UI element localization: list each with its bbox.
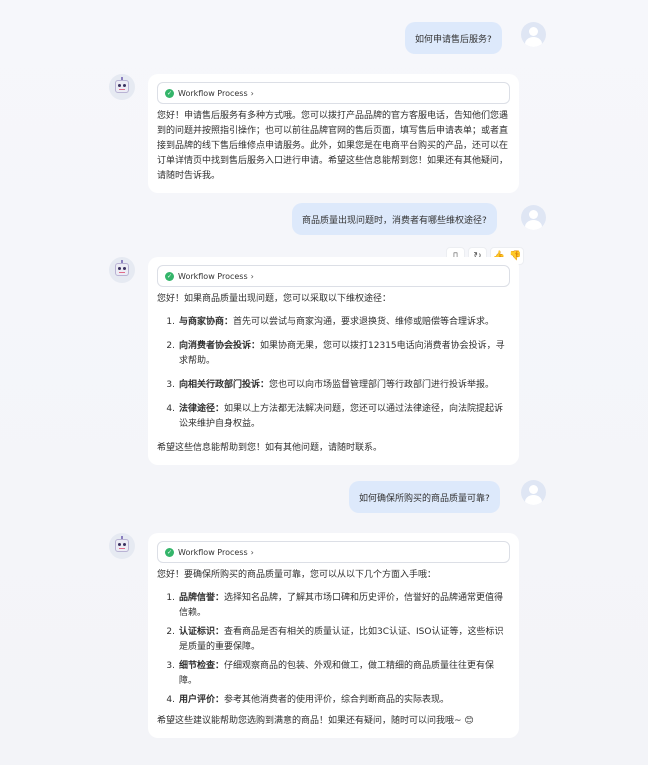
user-avatar — [521, 22, 546, 47]
list-item: 2. 向消费者协会投诉：如果协商无果，您可以拨打12315电话向消费者协会投诉，… — [166, 341, 505, 366]
check-icon: ✓ — [165, 271, 174, 281]
bot-avatar — [109, 257, 135, 283]
workflow-label: Workflow Process — [178, 88, 248, 98]
bot-list: 1. 与商家协商：首先可以尝试与商家沟通，要求退换货、维修或赔偿等合理诉求。 2… — [157, 315, 510, 432]
check-icon: ✓ — [165, 88, 174, 98]
bot-message-intro: 您好！如果商品质量出现问题，您可以采取以下维权途径： — [157, 294, 392, 304]
list-item: 3. 细节检查：仔细观察商品的包装、外观和做工，做工精细的商品质量往往更有保障。 — [166, 661, 495, 686]
user-avatar — [521, 480, 546, 505]
user-avatar — [521, 205, 546, 230]
user-message-2: 商品质量出现问题时，消费者有哪些维权途径? — [292, 203, 497, 235]
workflow-process-toggle[interactable]: ✓ Workflow Process › — [157, 541, 510, 563]
list-item: 3. 向相关行政部门投诉：您也可以向市场监督管理部门等行政部门进行投诉举报。 — [166, 380, 495, 390]
user-message-1: 如何申请售后服务? — [405, 22, 502, 54]
bot-message-intro: 您好！要确保所购买的商品质量可靠，您可以从以下几个方面入手哦： — [157, 570, 437, 580]
bot-message-outro: 希望这些信息能帮助到您！如有其他问题，请随时联系。 — [157, 443, 383, 453]
check-icon: ✓ — [165, 547, 174, 557]
workflow-label: Workflow Process — [178, 547, 248, 557]
list-item: 1. 品牌信誉：选择知名品牌，了解其市场口碑和历史评价，信誉好的品牌通常更值得信… — [166, 593, 504, 618]
list-item: 1. 与商家协商：首先可以尝试与商家沟通，要求退换货、维修或赔偿等合理诉求。 — [166, 317, 495, 327]
user-message-text: 如何确保所购买的商品质量可靠? — [359, 493, 490, 504]
chevron-right-icon: › — [250, 88, 254, 98]
workflow-process-toggle[interactable]: ✓ Workflow Process › — [157, 82, 510, 104]
workflow-label: Workflow Process — [178, 271, 248, 281]
bot-message-1: ✓ Workflow Process › 您好！申请售后服务有多种方式哦。您可以… — [148, 74, 519, 193]
list-item: 4. 用户评价：参考其他消费者的使用评价，综合判断商品的实际表现。 — [166, 695, 450, 705]
user-message-3: 如何确保所购买的商品质量可靠? — [349, 481, 500, 513]
user-message-text: 如何申请售后服务? — [415, 34, 492, 45]
bot-message-3: ✓ Workflow Process › 您好！要确保所购买的商品质量可靠，您可… — [148, 533, 519, 738]
chevron-right-icon: › — [250, 547, 254, 557]
bot-avatar — [109, 533, 135, 559]
chevron-right-icon: › — [250, 271, 254, 281]
bot-avatar — [109, 74, 135, 100]
bot-message-outro: 希望这些建议能帮助您选购到满意的商品！如果还有疑问，随时可以问我哦~ 😊 — [157, 716, 474, 726]
list-item: 4. 法律途径：如果以上方法都无法解决问题，您还可以通过法律途径，向法院提起诉讼… — [166, 404, 504, 429]
workflow-process-toggle[interactable]: ✓ Workflow Process › — [157, 265, 510, 287]
user-message-text: 商品质量出现问题时，消费者有哪些维权途径? — [302, 215, 487, 226]
list-item: 2. 认证标识：查看商品是否有相关的质量认证，比如3C认证、ISO认证等，这些标… — [166, 627, 504, 652]
bot-message-2: ✓ Workflow Process › 您好！如果商品质量出现问题，您可以采取… — [148, 257, 519, 465]
bot-list: 1. 品牌信誉：选择知名品牌，了解其市场口碑和历史评价，信誉好的品牌通常更值得信… — [157, 591, 510, 708]
bot-message-text: 您好！申请售后服务有多种方式哦。您可以拨打产品品牌的官方客服电话，告知他们您遇到… — [157, 111, 509, 181]
